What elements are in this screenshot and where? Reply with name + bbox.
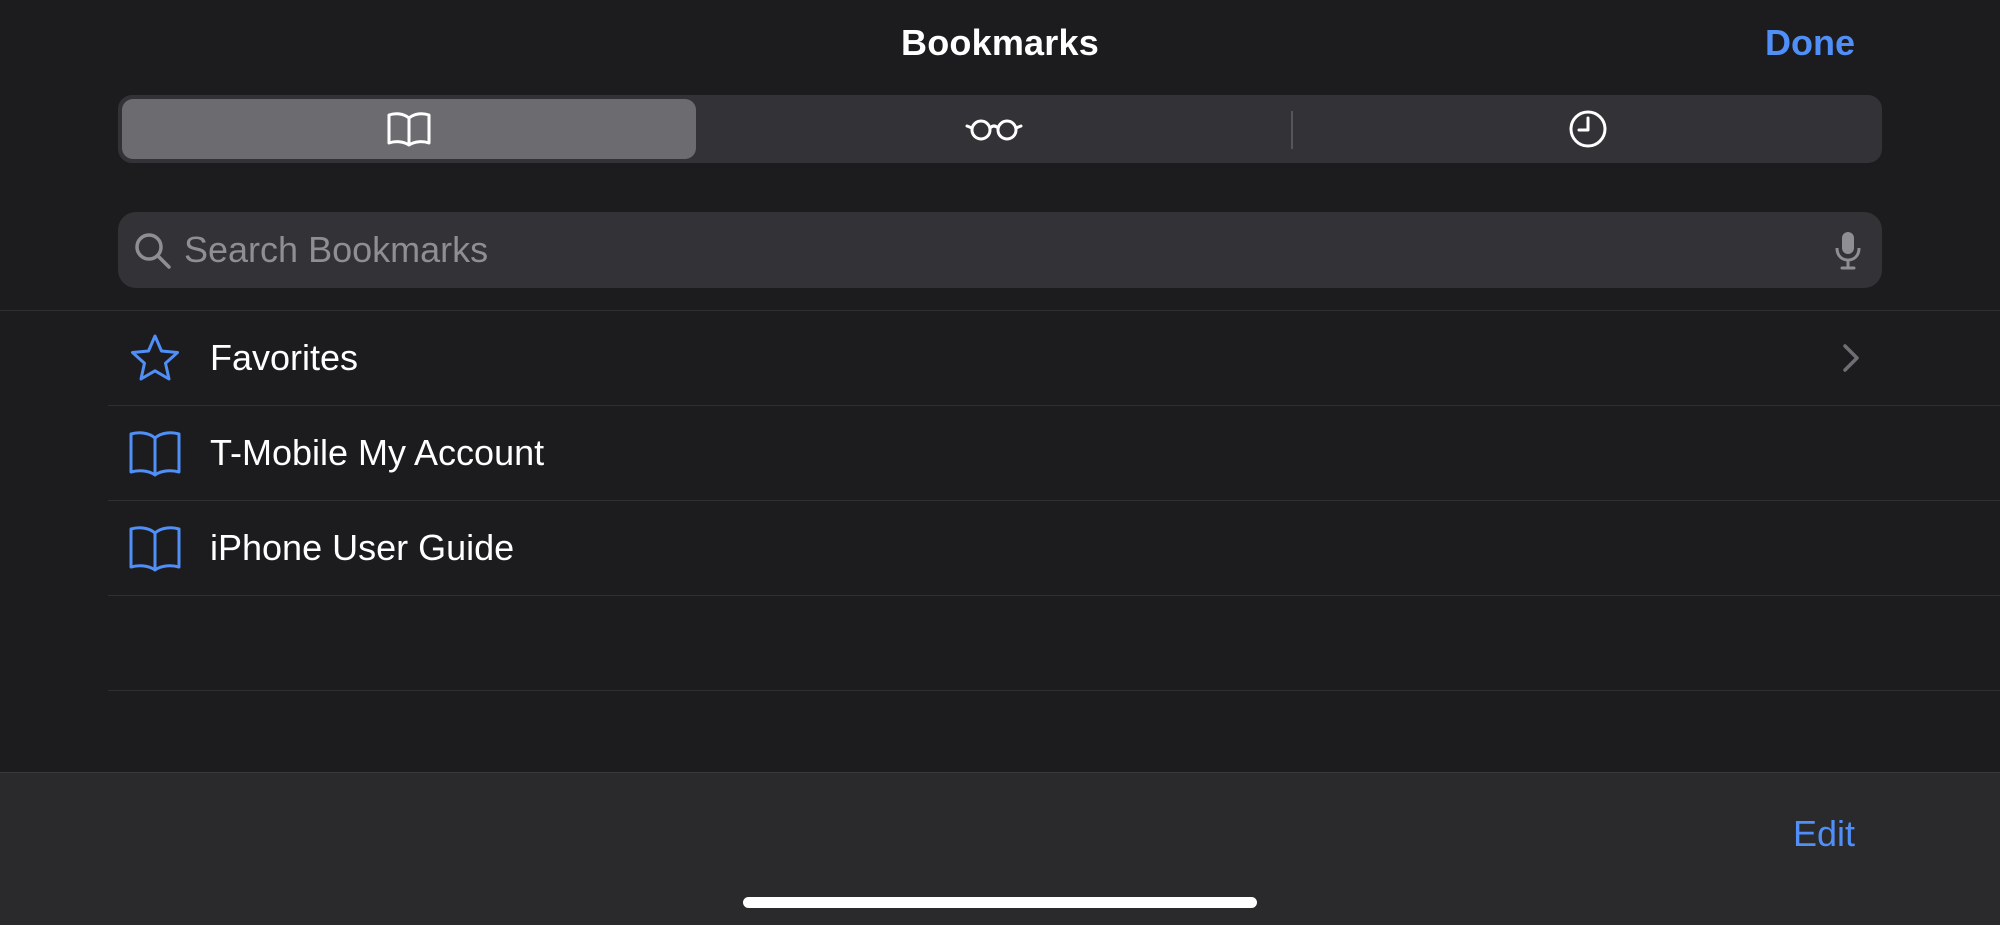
tab-reading-list[interactable]: [704, 99, 1284, 159]
search-input[interactable]: [184, 212, 1784, 288]
clock-icon: [1569, 110, 1607, 148]
edit-button[interactable]: Edit: [1793, 813, 1855, 855]
tab-bookmarks[interactable]: [122, 99, 696, 159]
home-indicator[interactable]: [743, 897, 1257, 908]
page-title: Bookmarks: [901, 22, 1099, 63]
search-bar[interactable]: [118, 212, 1882, 288]
row-divider: [108, 690, 2000, 691]
search-icon: [135, 233, 171, 269]
microphone-icon[interactable]: [1834, 230, 1862, 270]
bookmark-row-iphone-guide[interactable]: iPhone User Guide: [0, 501, 2000, 595]
segmented-control: [118, 95, 1882, 163]
bookmark-label: Favorites: [210, 337, 359, 378]
bookmark-row-tmobile[interactable]: T-Mobile My Account: [0, 406, 2000, 500]
bookmark-label: T-Mobile My Account: [210, 432, 545, 473]
done-button[interactable]: Done: [1765, 22, 1855, 64]
star-icon: [131, 334, 179, 381]
row-divider: [108, 595, 2000, 596]
tab-history[interactable]: [1298, 99, 1878, 159]
glasses-icon: [965, 119, 1023, 141]
chevron-right-icon: [1843, 344, 1859, 372]
segment-divider: [1291, 111, 1293, 149]
bookmarks-screen: Bookmarks Done Search Bookmarks Favorite…: [0, 0, 2000, 925]
book-icon: [129, 431, 181, 477]
book-icon: [129, 526, 181, 572]
bookmark-label: iPhone User Guide: [210, 527, 515, 568]
bookmark-row-favorites[interactable]: Favorites: [0, 311, 2000, 405]
book-icon: [387, 112, 431, 147]
